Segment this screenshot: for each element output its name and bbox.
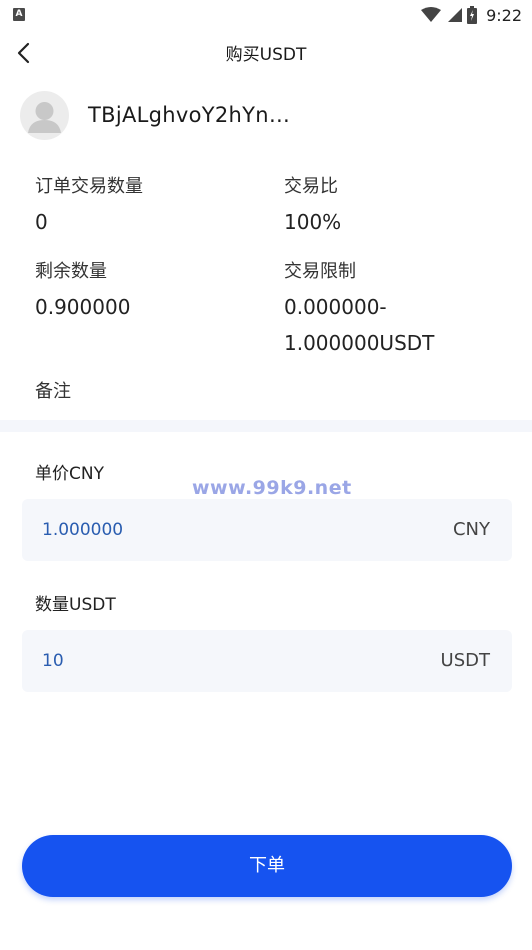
status-time: 9:22 — [486, 5, 522, 25]
order-qty-block: 订单交易数量 0 — [35, 172, 143, 240]
remark-label: 备注 — [35, 381, 71, 402]
price-unit: CNY — [452, 519, 490, 540]
trade-ratio-label: 交易比 — [284, 176, 338, 197]
seller-name: TBjALghvoY2hYn… — [88, 103, 291, 127]
remaining-label: 剩余数量 — [35, 261, 107, 282]
watermark: www.99k9.net — [192, 477, 352, 499]
remaining-block: 剩余数量 0.900000 — [35, 257, 130, 325]
place-order-button[interactable]: 下单 — [22, 835, 512, 897]
trade-limit-max: 1.000000USDT — [284, 331, 435, 355]
nav-bar: 购买USDT — [0, 30, 532, 76]
quantity-input-value[interactable]: 10 — [42, 630, 64, 692]
price-field[interactable]: 1.000000 CNY — [22, 499, 512, 561]
trade-limit-label: 交易限制 — [284, 261, 356, 282]
trade-ratio-block: 交易比 100% — [284, 172, 341, 240]
signal-icon — [448, 8, 463, 22]
trade-limit-block: 交易限制 0.000000- 1.000000USDT — [284, 257, 434, 361]
trade-limit-value: 0.000000- 1.000000USDT — [284, 289, 434, 361]
page-title: 购买USDT — [225, 45, 307, 65]
order-qty-label: 订单交易数量 — [35, 176, 143, 197]
section-divider — [0, 420, 532, 432]
order-qty-value: 0 — [35, 210, 48, 234]
trade-limit-min: 0.000000- — [284, 295, 387, 319]
trade-ratio-value: 100% — [284, 210, 342, 234]
quantity-label: 数量USDT — [35, 595, 116, 615]
battery-icon — [467, 6, 478, 24]
remaining-value: 0.900000 — [35, 295, 131, 319]
wifi-icon — [421, 7, 442, 22]
quantity-field[interactable]: 10 USDT — [22, 630, 512, 692]
app-notification-icon — [13, 8, 25, 21]
remark-block: 备注 — [35, 377, 71, 403]
price-input-value[interactable]: 1.000000 — [42, 499, 123, 561]
status-bar: 9:22 — [0, 0, 532, 30]
status-indicators: 9:22 — [421, 4, 522, 26]
price-label: 单价CNY — [35, 464, 104, 484]
avatar — [20, 90, 69, 140]
seller-row: TBjALghvoY2hYn… — [20, 90, 290, 140]
avatar-placeholder-icon — [28, 101, 61, 133]
quantity-unit: USDT — [440, 650, 490, 671]
